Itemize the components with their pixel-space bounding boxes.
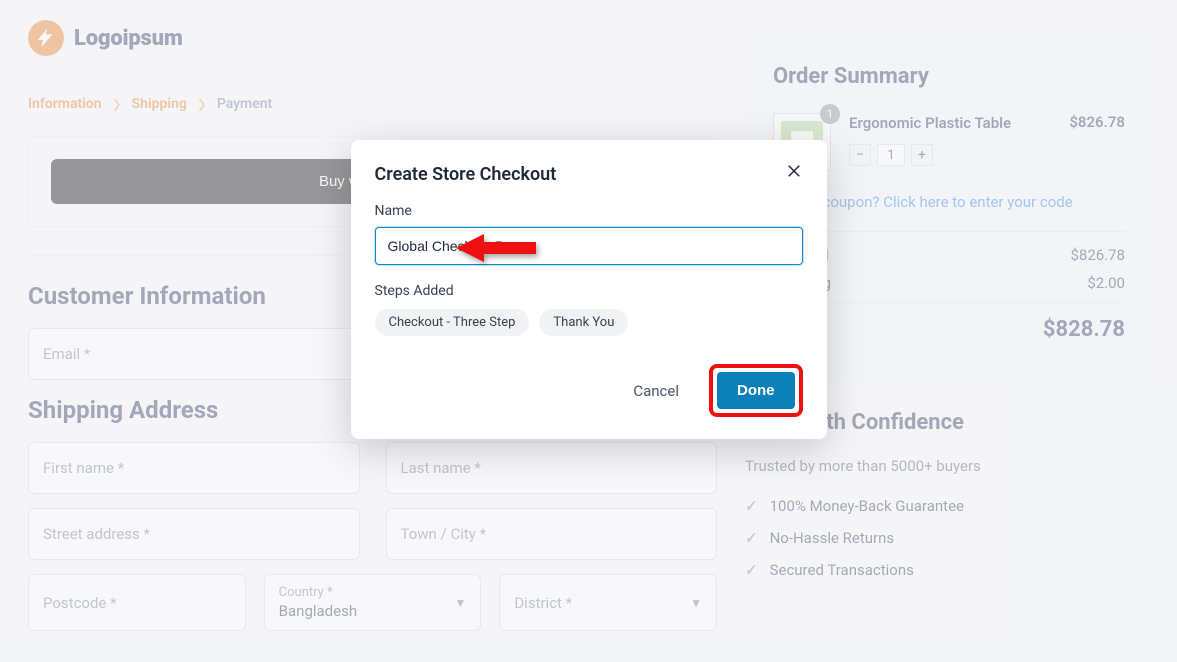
done-button[interactable]: Done — [717, 372, 795, 409]
done-highlight: Done — [709, 364, 803, 417]
name-input[interactable] — [375, 227, 803, 265]
modal-overlay[interactable]: Create Store Checkout Name Steps Added C… — [0, 0, 1177, 662]
create-checkout-modal: Create Store Checkout Name Steps Added C… — [351, 140, 827, 439]
step-chip-thankyou[interactable]: Thank You — [539, 309, 628, 336]
step-chip-checkout[interactable]: Checkout - Three Step — [375, 309, 530, 336]
modal-title: Create Store Checkout — [375, 164, 803, 185]
steps-label: Steps Added — [375, 283, 803, 299]
name-label: Name — [375, 203, 803, 219]
close-icon[interactable] — [783, 160, 805, 182]
cancel-button[interactable]: Cancel — [633, 382, 679, 400]
